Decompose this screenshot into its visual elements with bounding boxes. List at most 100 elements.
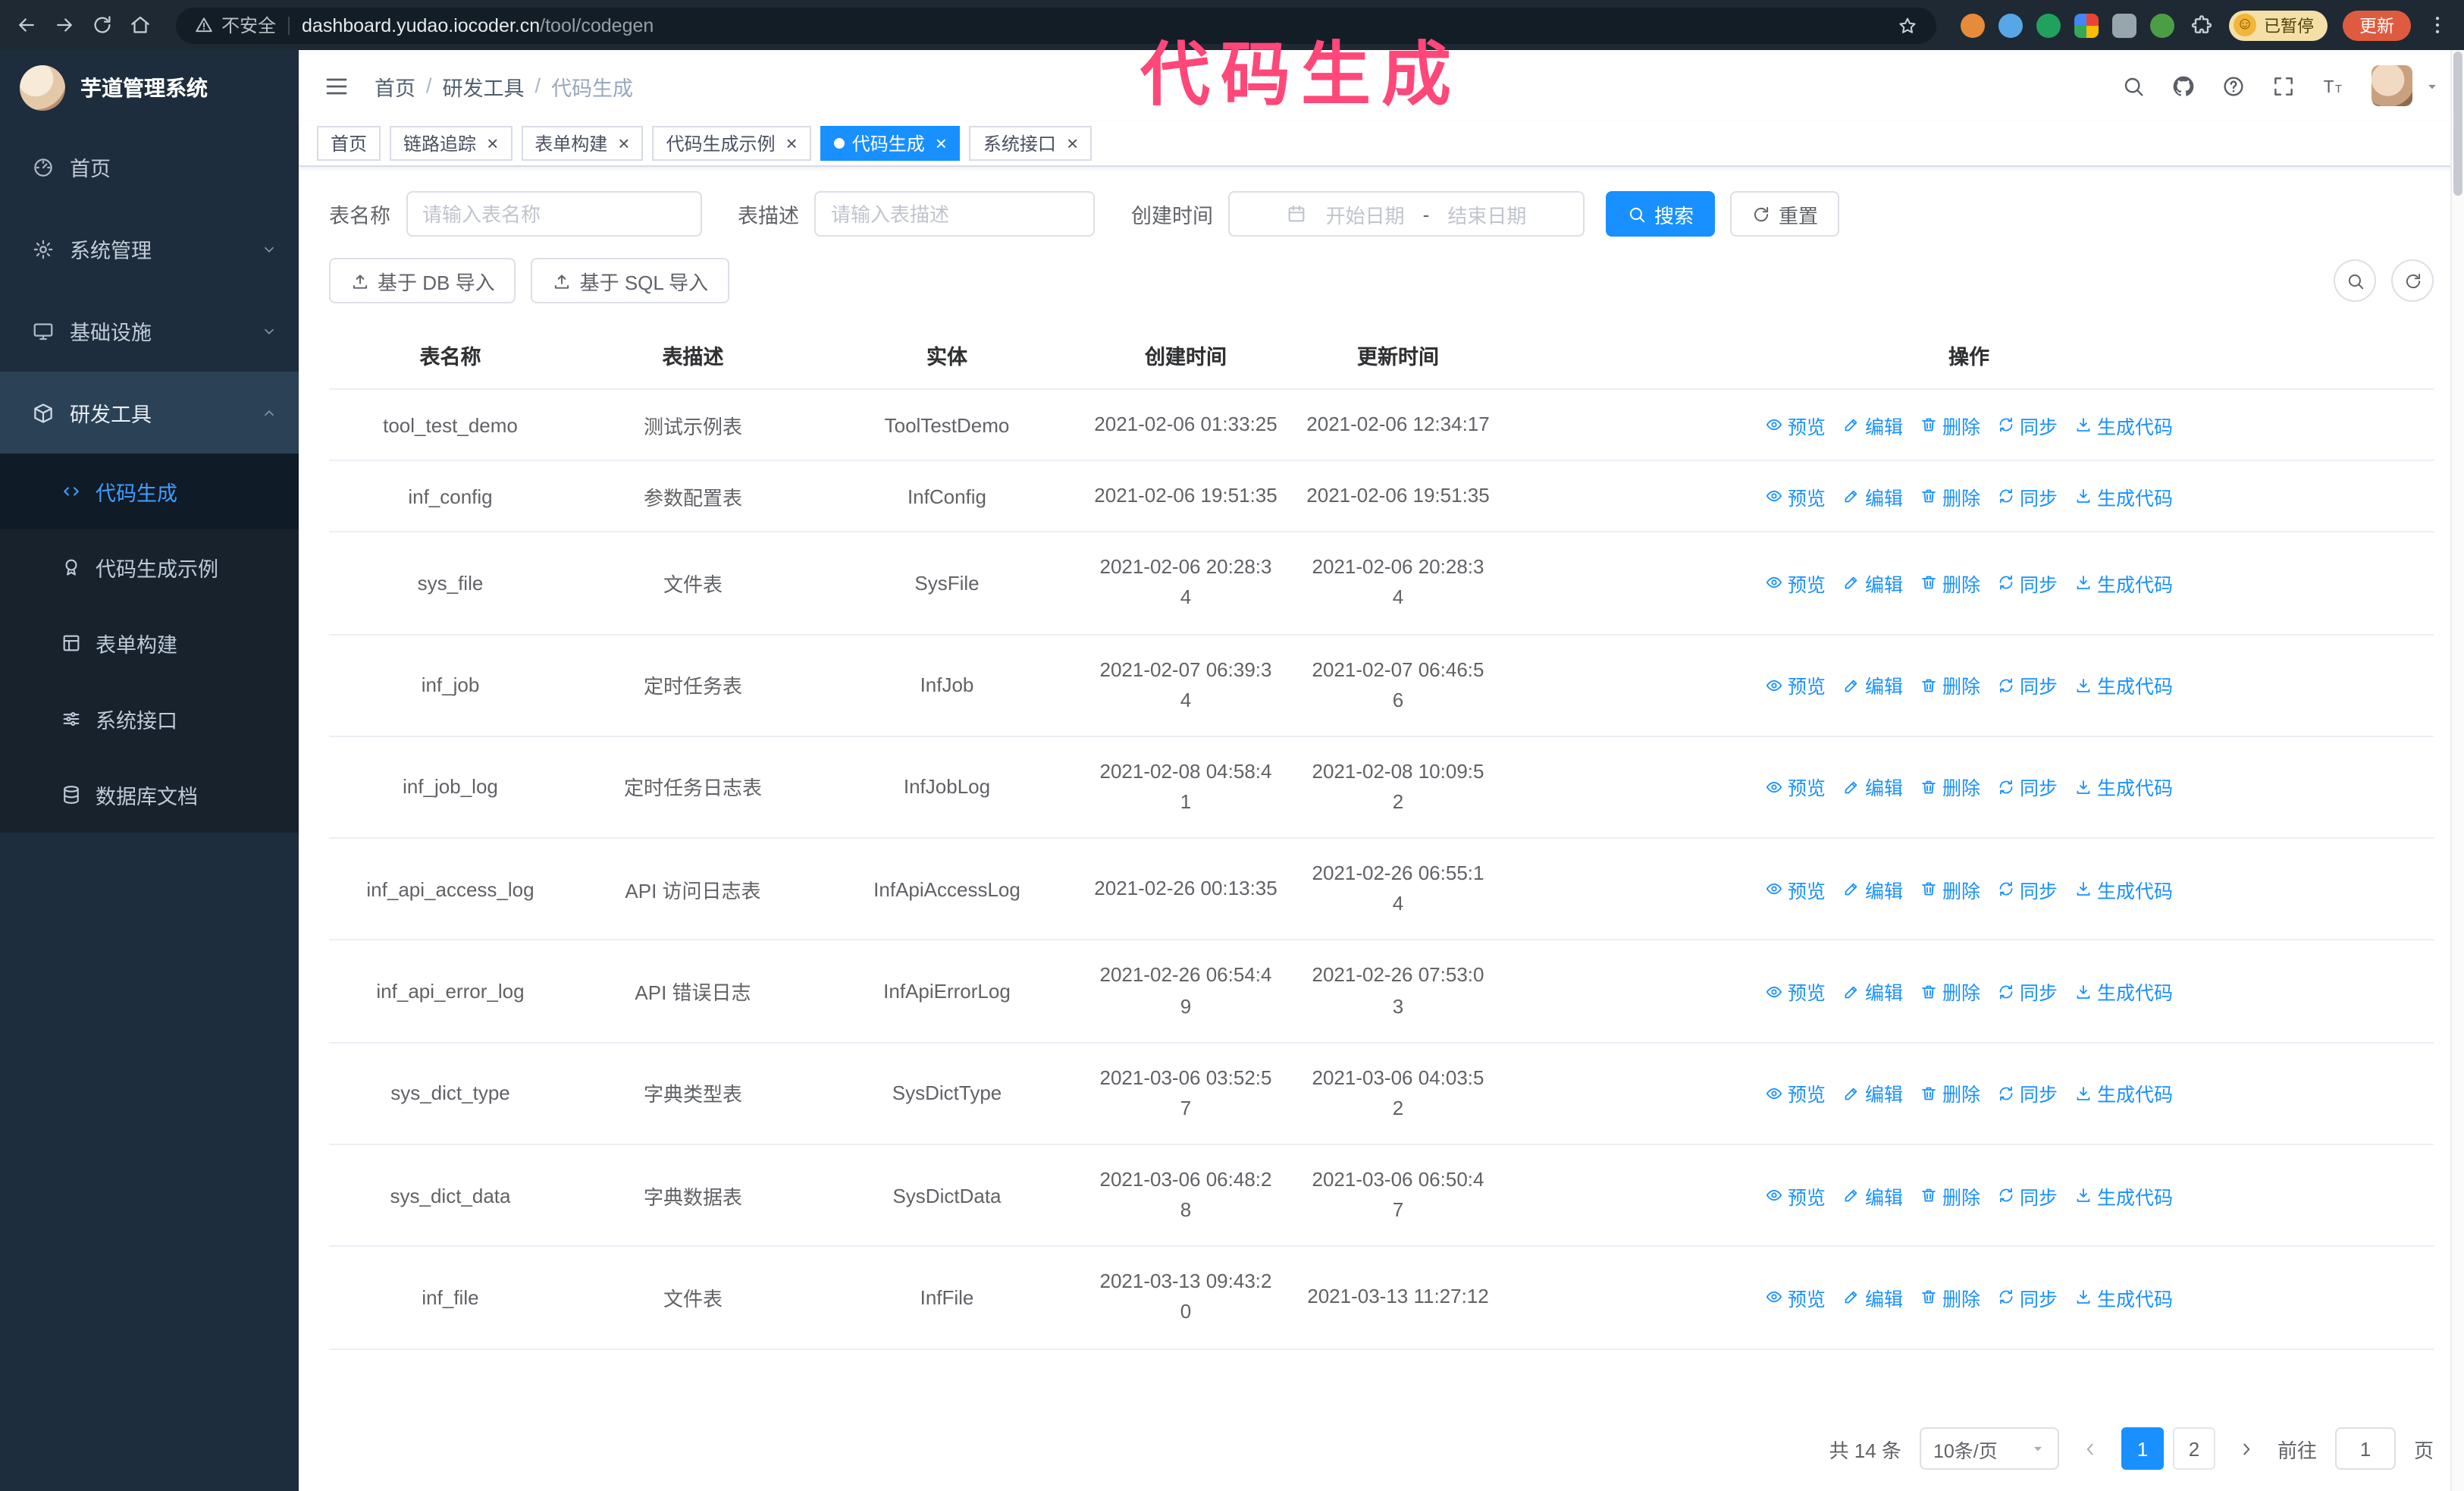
delete-link[interactable]: 删除 [1920,410,1980,439]
generate-code-link[interactable]: 生成代码 [2074,482,2173,510]
preview-link[interactable]: 预览 [1765,410,1826,439]
preview-link[interactable]: 预览 [1765,773,1826,802]
scrollbar-thumb[interactable] [2453,52,2462,196]
edit-link[interactable]: 编辑 [1842,977,1903,1006]
home-icon[interactable] [129,14,152,36]
date-range-picker[interactable]: 开始日期 - 结束日期 [1228,191,1585,237]
goto-page-input[interactable] [2334,1427,2396,1470]
address-bar[interactable]: 不安全 dashboard.yudao.iocoder.cn/tool/code… [176,7,1936,43]
preview-link[interactable]: 预览 [1765,1283,1826,1312]
prev-page-button[interactable] [2077,1439,2103,1458]
sidebar-item-system-api[interactable]: 系统接口 [0,681,299,757]
preview-link[interactable]: 预览 [1765,1079,1826,1108]
sync-link[interactable]: 同步 [1997,1079,2058,1108]
page-button-2[interactable]: 2 [2172,1427,2215,1470]
sidebar-item-code-generation[interactable]: 代码生成 [0,454,299,529]
tab-system-api[interactable]: 系统接口 × [969,126,1092,161]
generate-code-link[interactable]: 生成代码 [2074,875,2173,904]
sidebar-item-codegen-example[interactable]: 代码生成示例 [0,529,299,605]
sync-link[interactable]: 同步 [1997,773,2058,802]
page-size-select[interactable]: 10条/页 [1919,1427,2059,1470]
caret-down-icon[interactable] [2425,78,2440,93]
search-icon[interactable] [2121,74,2146,98]
close-tab-icon[interactable]: × [618,133,629,153]
github-icon[interactable] [2171,74,2196,98]
delete-link[interactable]: 删除 [1920,482,1980,510]
preview-link[interactable]: 预览 [1765,1181,1826,1210]
sync-link[interactable]: 同步 [1997,1283,2058,1312]
sync-link[interactable]: 同步 [1997,410,2058,439]
scrollbar[interactable] [2450,50,2464,1491]
security-warning[interactable]: 不安全 [194,12,276,38]
close-tab-icon[interactable]: × [487,133,498,153]
forward-icon[interactable] [53,14,76,36]
green-check-extension-icon[interactable] [2036,13,2061,37]
preview-link[interactable]: 预览 [1765,569,1826,598]
reset-button[interactable]: 重置 [1730,191,1840,237]
extensions-puzzle-icon[interactable] [2190,13,2214,37]
next-page-button[interactable] [2234,1439,2259,1458]
tab-tracer[interactable]: 链路追踪 × [390,126,513,161]
multicolor-extension-icon[interactable] [2074,13,2099,37]
edit-link[interactable]: 编辑 [1842,1283,1903,1312]
sync-link[interactable]: 同步 [1997,569,2058,598]
refresh-button[interactable] [2391,259,2434,302]
table-name-input[interactable] [406,191,701,237]
generate-code-link[interactable]: 生成代码 [2074,410,2173,439]
sidebar-item-home[interactable]: 首页 [0,126,299,208]
sidebar-item-dev-tools[interactable]: 研发工具 [0,372,299,454]
toggle-search-button[interactable] [2334,259,2376,302]
font-size-icon[interactable]: TT [2321,74,2346,98]
fullscreen-icon[interactable] [2271,74,2296,98]
import-sql-button[interactable]: 基于 SQL 导入 [531,258,730,303]
sync-link[interactable]: 同步 [1997,1181,2058,1210]
generate-code-link[interactable]: 生成代码 [2074,977,2173,1006]
tab-codegen[interactable]: 代码生成 × [820,126,961,161]
close-tab-icon[interactable]: × [936,133,947,153]
generate-code-link[interactable]: 生成代码 [2074,1079,2173,1108]
close-tab-icon[interactable]: × [1067,133,1078,153]
reload-icon[interactable] [91,14,114,36]
sync-link[interactable]: 同步 [1997,482,2058,510]
browser-menu-icon[interactable] [2426,14,2449,36]
update-button[interactable]: 更新 [2343,10,2411,40]
import-db-button[interactable]: 基于 DB 导入 [329,258,516,303]
edit-link[interactable]: 编辑 [1842,569,1903,598]
sidebar-item-system-management[interactable]: 系统管理 [0,208,299,290]
delete-link[interactable]: 删除 [1920,977,1980,1006]
user-avatar[interactable] [2372,65,2412,106]
preview-link[interactable]: 预览 [1765,977,1826,1006]
edit-link[interactable]: 编辑 [1842,670,1903,699]
generate-code-link[interactable]: 生成代码 [2074,773,2173,802]
sidebar-item-form-builder[interactable]: 表单构建 [0,605,299,681]
edit-link[interactable]: 编辑 [1842,410,1903,439]
delete-link[interactable]: 删除 [1920,1079,1980,1108]
delete-link[interactable]: 删除 [1920,569,1980,598]
edit-link[interactable]: 编辑 [1842,875,1903,904]
back-icon[interactable] [15,14,38,36]
delete-link[interactable]: 删除 [1920,773,1980,802]
hamburger-icon[interactable] [323,72,350,99]
sync-link[interactable]: 同步 [1997,670,2058,699]
preview-link[interactable]: 预览 [1765,875,1826,904]
sidebar-item-infrastructure[interactable]: 基础设施 [0,290,299,372]
search-button[interactable]: 搜索 [1606,191,1716,237]
leaf-extension-icon[interactable] [2150,13,2174,37]
close-tab-icon[interactable]: × [786,133,798,153]
bookmark-star-icon[interactable] [1897,14,1918,36]
sync-link[interactable]: 同步 [1997,977,2058,1006]
tab-codegen-example[interactable]: 代码生成示例 × [652,126,811,161]
delete-link[interactable]: 删除 [1920,1283,1980,1312]
delete-link[interactable]: 删除 [1920,875,1980,904]
blue-extension-icon[interactable] [1998,13,2023,37]
generate-code-link[interactable]: 生成代码 [2074,670,2173,699]
tab-home[interactable]: 首页 [317,126,381,161]
edit-link[interactable]: 编辑 [1842,1181,1903,1210]
table-desc-input[interactable] [814,191,1095,237]
generate-code-link[interactable]: 生成代码 [2074,1181,2173,1210]
edit-link[interactable]: 编辑 [1842,773,1903,802]
orange-extension-icon[interactable] [1961,13,1985,37]
paused-badge[interactable]: ☺ 已暂停 [2229,10,2328,40]
sidebar-item-db-doc[interactable]: 数据库文档 [0,757,299,833]
sync-link[interactable]: 同步 [1997,875,2058,904]
